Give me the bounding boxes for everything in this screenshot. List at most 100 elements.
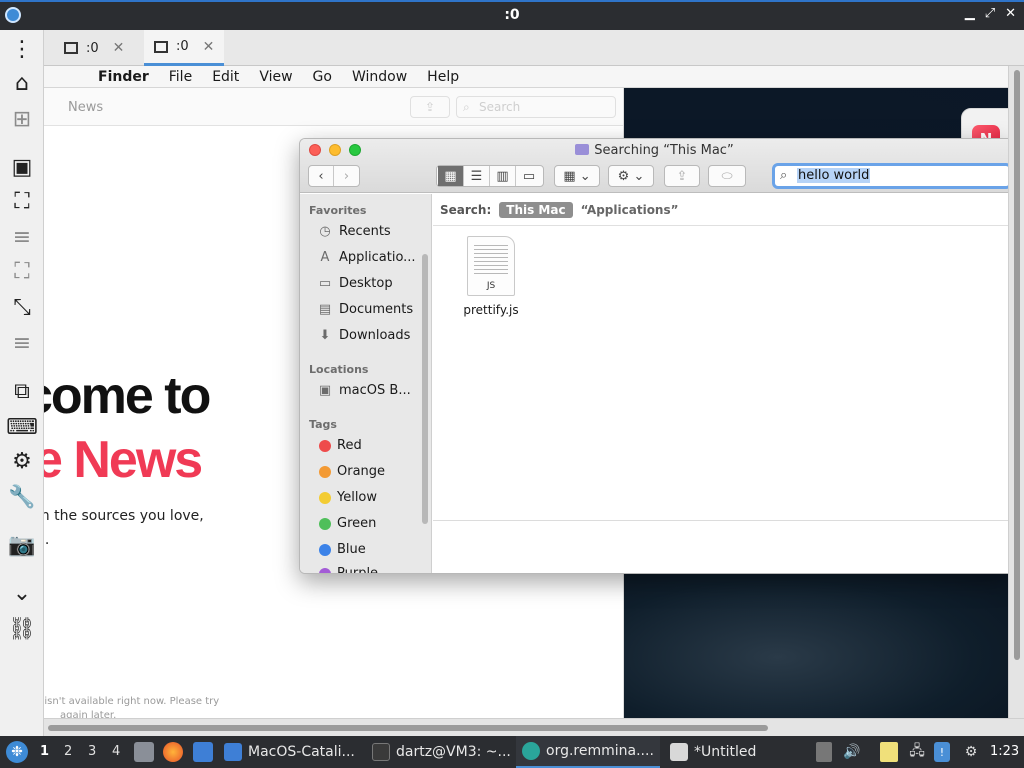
tag-button[interactable]: ⬭	[708, 165, 746, 187]
action-button[interactable]: ⚙ ⌄	[608, 165, 654, 187]
search-scope-bar: Search: This Mac “Applications”	[433, 194, 1008, 226]
list-view-icon[interactable]: ☰	[464, 166, 490, 186]
clipboard-tray-icon[interactable]	[816, 742, 832, 762]
disconnect-icon[interactable]: ⛓	[7, 614, 37, 644]
workspace-1[interactable]: 1	[40, 744, 49, 759]
sidebar-item-desktop[interactable]: ▭ Desktop	[317, 276, 393, 291]
tab-connection-2[interactable]: :0 ✕	[144, 30, 225, 66]
menu-app-name[interactable]: Finder	[98, 69, 149, 85]
task-macos-catalina[interactable]: MacOS-Catali...	[224, 736, 355, 768]
close-window-button[interactable]: ✕	[1005, 6, 1016, 21]
update-notification-icon[interactable]: !	[934, 742, 950, 762]
power-settings-icon[interactable]: ⚙	[960, 742, 982, 762]
horizontal-scroll-thumb[interactable]	[48, 725, 768, 731]
notes-tray-icon[interactable]	[880, 742, 898, 762]
preferences-icon[interactable]: ⚙	[7, 446, 37, 476]
applications-icon: A	[320, 250, 330, 265]
horizontal-scrollbar[interactable]	[44, 718, 1024, 736]
home-icon[interactable]: ⌂	[7, 68, 37, 98]
tab-label: :0	[86, 40, 99, 56]
menu-dots-icon[interactable]: ⋮	[7, 34, 37, 64]
menu-edit[interactable]: Edit	[212, 69, 239, 85]
sidebar-item-downloads[interactable]: ⬇ Downloads	[317, 328, 411, 343]
window-app-icon	[224, 743, 242, 761]
sidebar-tag-red[interactable]: Red	[317, 438, 362, 453]
workspace-2[interactable]: 2	[64, 744, 72, 759]
sidebar-tag-orange[interactable]: Orange	[317, 464, 385, 479]
file-manager-launcher-icon[interactable]	[134, 742, 154, 762]
minimize-chevron-icon[interactable]: ⌄	[7, 578, 37, 608]
search-scope-label: Search:	[440, 202, 492, 217]
gallery-view-icon[interactable]: ▭	[516, 166, 542, 186]
dynamic-resolution-icon[interactable]: ⤡	[7, 292, 37, 322]
taskbar: ❉ 1 2 3 4 MacOS-Catali... dartz@VM3: ~..…	[0, 736, 1024, 768]
network-icon[interactable]: 🖧	[906, 742, 928, 762]
switch-tab-icon[interactable]: ⧉	[7, 376, 37, 406]
sidebar-item-recents[interactable]: ◷ Recents	[317, 224, 390, 239]
forward-button[interactable]: ›	[334, 166, 359, 186]
menu-view[interactable]: View	[259, 69, 292, 85]
tools-wrench-icon[interactable]: 🔧	[7, 482, 37, 512]
share-button[interactable]: ⇪	[664, 165, 700, 187]
finder-search-input[interactable]: ⌕ hello world	[772, 163, 1008, 189]
task-remmina[interactable]: org.remmina....	[516, 736, 660, 768]
menu-file[interactable]: File	[169, 69, 192, 85]
close-tab-icon[interactable]: ✕	[203, 39, 215, 55]
sidebar-tag-purple[interactable]: Purple	[317, 566, 378, 573]
screenshot-camera-icon[interactable]: 📷	[7, 530, 37, 560]
icon-view-icon[interactable]: ▦	[438, 166, 464, 186]
search-icon: ⌕	[463, 100, 470, 114]
menu-window[interactable]: Window	[352, 69, 407, 85]
vertical-scrollbar[interactable]	[1008, 66, 1024, 718]
fullscreen-icon[interactable]: ⛶	[7, 186, 37, 216]
sidebar-item-label: Blue	[337, 542, 366, 557]
disk-icon: ▣	[318, 383, 332, 398]
back-button[interactable]: ‹	[309, 166, 335, 186]
task-terminal[interactable]: dartz@VM3: ~...	[372, 736, 511, 768]
task-text-editor[interactable]: *Untitled	[670, 736, 756, 768]
sidebar-item-documents[interactable]: ▤ Documents	[317, 302, 413, 317]
sidebar-tag-green[interactable]: Green	[317, 516, 376, 531]
sidebar-tag-blue[interactable]: Blue	[317, 542, 366, 557]
scope-applications[interactable]: “Applications”	[581, 203, 679, 217]
scale-icon[interactable]: ⛶	[7, 256, 37, 286]
sidebar-item-macos-disk[interactable]: ▣ macOS B...	[317, 383, 411, 398]
sidebar-scrollbar[interactable]	[422, 254, 428, 524]
remmina-title-bar: :0 ▁ ⤢ ✕	[0, 0, 1024, 30]
close-tab-icon[interactable]: ✕	[113, 40, 125, 56]
finder-toolbar: Searching “This Mac” ‹ › ▦ ☰ ▥ ▭ ▦ ⌄ ⚙ ⌄ …	[300, 139, 1008, 193]
share-button[interactable]: ⇪	[410, 96, 450, 118]
menu-help[interactable]: Help	[427, 69, 459, 85]
tab-label: :0	[176, 39, 189, 54]
js-file-icon[interactable]: JS	[467, 236, 515, 296]
scope-this-mac[interactable]: This Mac	[499, 201, 573, 218]
tab-connection-1[interactable]: :0 ✕	[54, 30, 134, 66]
firefox-launcher-icon[interactable]	[163, 742, 183, 762]
sidebar-item-label: Red	[337, 438, 362, 453]
menu-go[interactable]: Go	[313, 69, 332, 85]
file-name[interactable]: prettify.js	[455, 303, 527, 317]
back-forward-buttons: ‹ ›	[308, 165, 360, 187]
desktop-launcher-icon[interactable]	[193, 742, 213, 762]
sidebar-item-applications[interactable]: A Applicatio...	[317, 250, 416, 265]
fit-window-icon[interactable]: ▣	[7, 152, 37, 182]
volume-icon[interactable]: 🔊	[842, 742, 862, 762]
new-connection-icon[interactable]: ⊞	[7, 104, 37, 134]
sidebar-tag-yellow[interactable]: Yellow	[317, 490, 377, 505]
group-by-button[interactable]: ▦ ⌄	[554, 165, 600, 187]
remote-desktop[interactable]: Finder File Edit View Go Window Help New…	[44, 66, 1008, 718]
maximize-button[interactable]: ⤢	[985, 6, 995, 21]
news-toolbar: News ⇪ ⌕ Search	[44, 88, 623, 126]
workspace-3[interactable]: 3	[88, 744, 96, 759]
vertical-scroll-thumb[interactable]	[1014, 70, 1020, 660]
sidebar-item-label: Downloads	[339, 328, 411, 343]
minimize-button[interactable]: ▁	[965, 6, 975, 21]
start-menu-icon[interactable]: ❉	[6, 741, 28, 763]
mac-menu-bar: Finder File Edit View Go Window Help	[44, 66, 1008, 88]
news-search-input[interactable]: ⌕ Search	[456, 96, 616, 118]
clock-icon: ◷	[319, 224, 331, 239]
workspace-4[interactable]: 4	[112, 744, 120, 759]
column-view-icon[interactable]: ▥	[490, 166, 516, 186]
finder-title-text: Searching “This Mac”	[594, 143, 734, 158]
keyboard-icon[interactable]: ⌨	[6, 412, 38, 442]
